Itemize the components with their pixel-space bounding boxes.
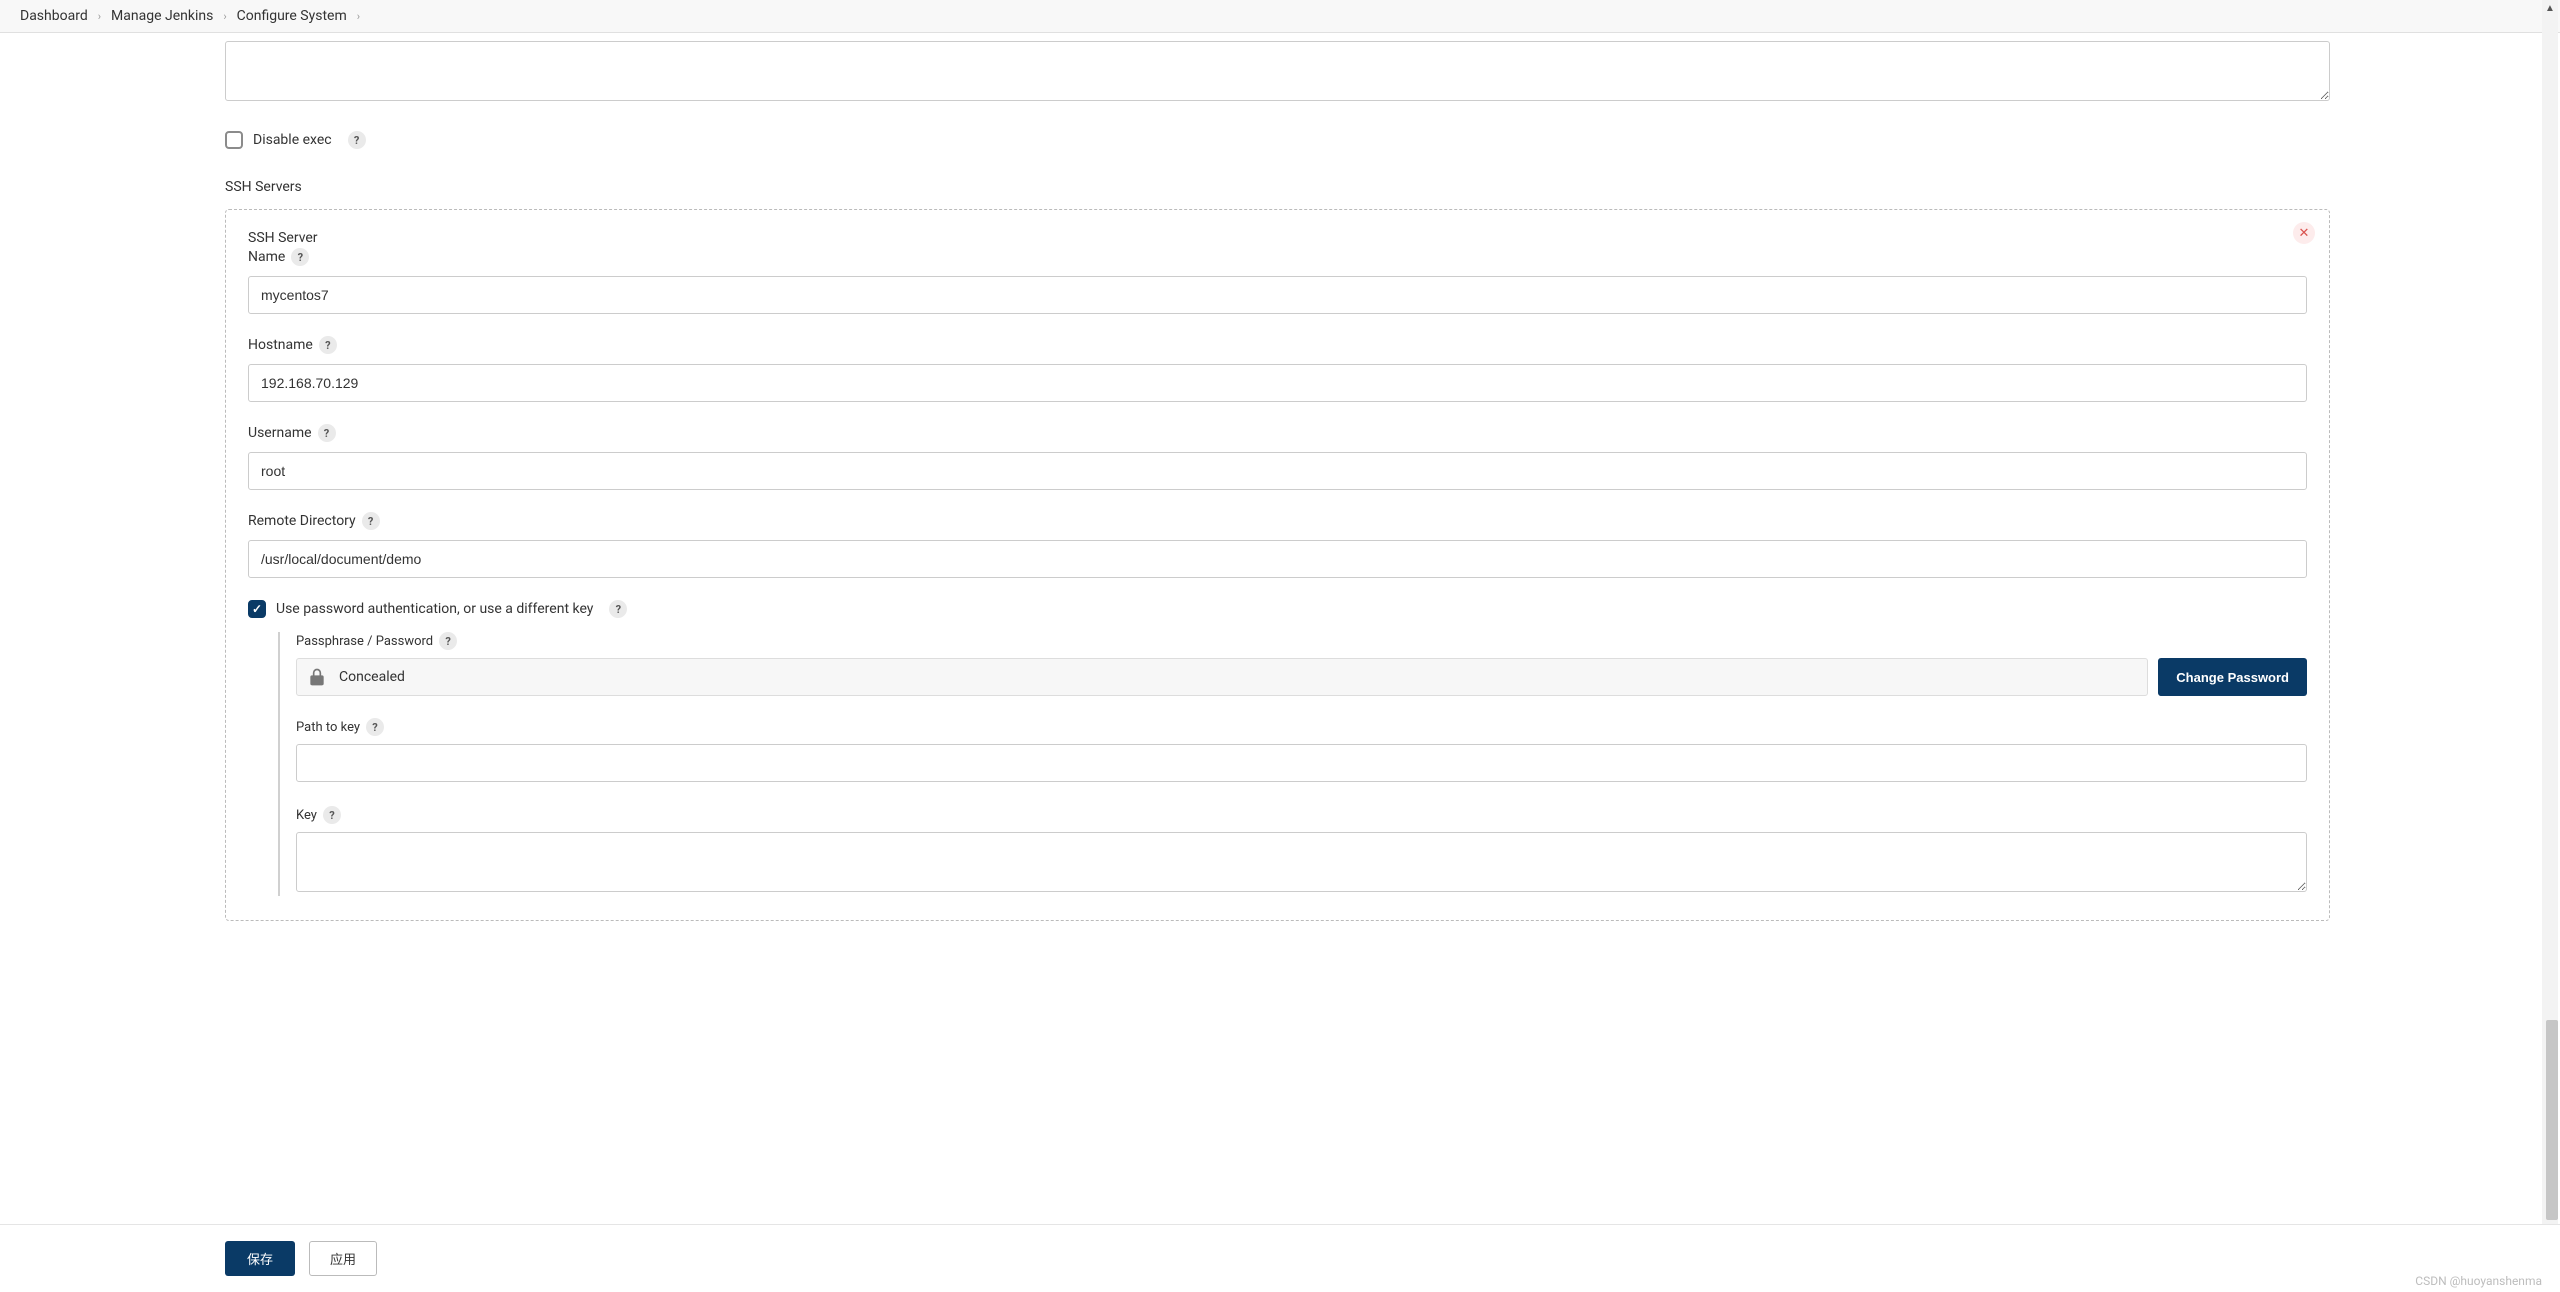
- previous-textarea[interactable]: [225, 41, 2330, 101]
- use-password-auth-checkbox[interactable]: [248, 600, 266, 618]
- breadcrumb-configure-system[interactable]: Configure System: [237, 8, 347, 24]
- help-icon[interactable]: ?: [609, 600, 627, 618]
- username-input[interactable]: [248, 452, 2307, 490]
- save-button[interactable]: 保存: [225, 1241, 295, 1276]
- apply-button[interactable]: 应用: [309, 1241, 377, 1276]
- watermark-text: CSDN @huoyanshenma: [2415, 1274, 2542, 1288]
- disable-exec-label: Disable exec: [253, 132, 332, 148]
- key-textarea[interactable]: [296, 832, 2307, 892]
- lock-icon: [307, 667, 327, 687]
- breadcrumb: Dashboard › Manage Jenkins › Configure S…: [0, 0, 2560, 33]
- help-icon[interactable]: ?: [323, 806, 341, 824]
- help-icon[interactable]: ?: [366, 718, 384, 736]
- disable-exec-checkbox[interactable]: [225, 131, 243, 149]
- help-icon[interactable]: ?: [439, 632, 457, 650]
- name-label: Name: [248, 249, 285, 265]
- help-icon[interactable]: ?: [348, 131, 366, 149]
- chevron-right-icon: ›: [357, 10, 360, 23]
- scrollbar-up-arrow-icon[interactable]: ▲: [2542, 0, 2558, 16]
- ssh-server-panel: ✕ SSH Server Name ? Hostname ? Username …: [225, 209, 2330, 921]
- remote-directory-input[interactable]: [248, 540, 2307, 578]
- change-password-button[interactable]: Change Password: [2158, 658, 2307, 696]
- footer-bar: 保存 应用: [0, 1224, 2560, 1292]
- remote-directory-label: Remote Directory: [248, 513, 356, 529]
- username-label: Username: [248, 425, 312, 441]
- breadcrumb-dashboard[interactable]: Dashboard: [20, 8, 88, 24]
- chevron-right-icon: ›: [98, 10, 101, 23]
- help-icon[interactable]: ?: [362, 512, 380, 530]
- key-label: Key: [296, 808, 317, 823]
- remove-server-button[interactable]: ✕: [2293, 222, 2315, 244]
- scrollbar-thumb[interactable]: [2546, 1020, 2558, 1220]
- breadcrumb-manage-jenkins[interactable]: Manage Jenkins: [111, 8, 213, 24]
- passphrase-concealed-text: Concealed: [339, 669, 405, 685]
- passphrase-label: Passphrase / Password: [296, 634, 433, 649]
- help-icon[interactable]: ?: [319, 336, 337, 354]
- ssh-server-title: SSH Server: [248, 230, 2307, 246]
- use-password-auth-label: Use password authentication, or use a di…: [276, 601, 593, 617]
- hostname-input[interactable]: [248, 364, 2307, 402]
- hostname-label: Hostname: [248, 337, 313, 353]
- close-icon: ✕: [2299, 226, 2310, 241]
- path-to-key-label: Path to key: [296, 720, 360, 735]
- passphrase-concealed-field: Concealed: [296, 658, 2148, 696]
- ssh-servers-heading: SSH Servers: [225, 179, 2520, 195]
- chevron-right-icon: ›: [223, 10, 226, 23]
- help-icon[interactable]: ?: [291, 248, 309, 266]
- help-icon[interactable]: ?: [318, 424, 336, 442]
- name-input[interactable]: [248, 276, 2307, 314]
- path-to-key-input[interactable]: [296, 744, 2307, 782]
